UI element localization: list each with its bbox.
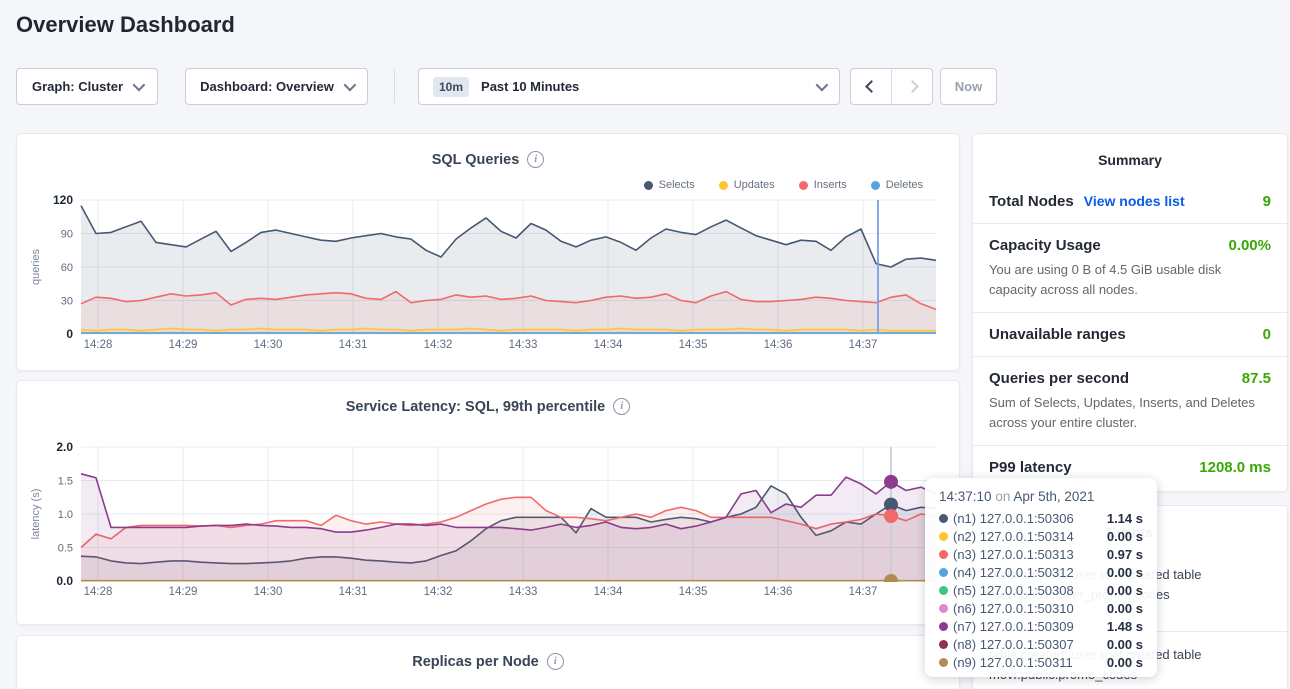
tooltip-row: (n8) 127.0.0.1:503070.00 s xyxy=(939,635,1143,653)
svg-text:14:28: 14:28 xyxy=(84,339,113,351)
summary-title: Summary xyxy=(973,134,1287,180)
node-color-dot-icon xyxy=(939,622,948,631)
replicas-per-node-title: Replicas per Node i xyxy=(17,636,959,670)
svg-text:14:30: 14:30 xyxy=(254,339,283,351)
svg-text:1.5: 1.5 xyxy=(58,476,73,488)
node-color-dot-icon xyxy=(939,532,948,541)
svg-text:14:33: 14:33 xyxy=(509,586,538,598)
summary-rows: Total Nodes View nodes list 9 Capacity Usag… xyxy=(973,180,1287,489)
summary-row-label: Capacity Usage xyxy=(989,237,1101,254)
svg-text:14:37: 14:37 xyxy=(849,586,878,598)
chevron-down-icon xyxy=(816,79,829,92)
summary-row-label: Total Nodes xyxy=(989,193,1074,210)
svg-text:14:34: 14:34 xyxy=(594,586,623,598)
svg-text:14:28: 14:28 xyxy=(84,586,113,598)
node-color-dot-icon xyxy=(939,514,948,523)
controls-divider xyxy=(394,70,395,103)
svg-text:14:37: 14:37 xyxy=(849,339,878,351)
svg-text:0.0: 0.0 xyxy=(56,574,73,588)
svg-text:14:31: 14:31 xyxy=(339,339,368,351)
summary-row-desc: You are using 0 B of 4.5 GiB usable disk… xyxy=(989,260,1271,299)
service-latency-card: Service Latency: SQL, 99th percentile i … xyxy=(16,380,960,625)
time-range-selector[interactable]: 10m Past 10 Minutes xyxy=(418,68,840,105)
svg-text:30: 30 xyxy=(61,296,73,308)
summary-row: Unavailable ranges 0 xyxy=(973,312,1287,356)
svg-text:1.0: 1.0 xyxy=(58,509,73,521)
node-color-dot-icon xyxy=(939,604,948,613)
node-color-dot-icon xyxy=(939,658,948,667)
summary-row-value: 9 xyxy=(1263,193,1271,210)
view-nodes-list-link[interactable]: View nodes list xyxy=(1084,193,1185,209)
dashboard-dropdown-label: Dashboard: Overview xyxy=(200,79,334,94)
time-next-button[interactable] xyxy=(891,69,932,104)
tooltip-row: (n3) 127.0.0.1:503130.97 s xyxy=(939,545,1143,563)
time-prev-button[interactable] xyxy=(851,69,891,104)
tooltip-row: (n5) 127.0.0.1:503080.00 s xyxy=(939,581,1143,599)
svg-text:120: 120 xyxy=(53,193,73,207)
tooltip-row: (n6) 127.0.0.1:503100.00 s xyxy=(939,599,1143,617)
time-range-label: Past 10 Minutes xyxy=(481,79,579,94)
replicas-per-node-card: Replicas per Node i xyxy=(16,635,960,689)
tooltip-timestamp: 14:37:10 on Apr 5th, 2021 xyxy=(939,489,1143,504)
summary-row-label: P99 latency xyxy=(989,459,1072,476)
sql-queries-card: SQL Queries i SelectsUpdatesInsertsDelet… xyxy=(16,133,960,371)
svg-text:14:33: 14:33 xyxy=(509,339,538,351)
svg-text:14:32: 14:32 xyxy=(424,586,453,598)
sql-queries-chart[interactable]: 0 30 60 90 120 14:28 14:29 14:30 14:31 14:32 14:33… xyxy=(17,134,961,359)
tooltip-row: (n2) 127.0.0.1:503140.00 s xyxy=(939,527,1143,545)
svg-text:14:29: 14:29 xyxy=(169,339,198,351)
graph-dropdown[interactable]: Graph: Cluster xyxy=(16,68,158,105)
svg-text:14:35: 14:35 xyxy=(679,339,708,351)
service-latency-chart[interactable]: 0.0 0.5 1.0 1.5 2.0 14:28 14:29 14:30 14:31 14:32… xyxy=(17,381,961,606)
summary-row-value: 87.5 xyxy=(1242,370,1271,387)
page-title: Overview Dashboard xyxy=(16,12,235,38)
svg-text:14:30: 14:30 xyxy=(254,586,283,598)
svg-text:60: 60 xyxy=(61,262,73,274)
svg-text:0: 0 xyxy=(66,327,73,341)
chevron-down-icon xyxy=(343,79,356,92)
node-color-dot-icon xyxy=(939,568,948,577)
summary-row: Total Nodes View nodes list 9 xyxy=(973,180,1287,223)
svg-text:14:34: 14:34 xyxy=(594,339,623,351)
chevron-left-icon xyxy=(865,80,878,93)
svg-text:14:35: 14:35 xyxy=(679,586,708,598)
svg-text:14:32: 14:32 xyxy=(424,339,453,351)
overview-dashboard-page: Overview Dashboard Graph: Cluster Dashbo… xyxy=(0,0,1290,689)
svg-text:14:36: 14:36 xyxy=(764,586,793,598)
now-button[interactable]: Now xyxy=(940,68,997,105)
tooltip-row: (n7) 127.0.0.1:503091.48 s xyxy=(939,617,1143,635)
tooltip-row: (n9) 127.0.0.1:503110.00 s xyxy=(939,653,1143,671)
svg-text:queries: queries xyxy=(30,248,42,285)
summary-row-desc: Sum of Selects, Updates, Inserts, and De… xyxy=(989,393,1271,432)
summary-row-label: Unavailable ranges xyxy=(989,326,1126,343)
node-color-dot-icon xyxy=(939,640,948,649)
chevron-down-icon xyxy=(133,79,146,92)
summary-row-value: 0 xyxy=(1263,326,1271,343)
dashboard-dropdown[interactable]: Dashboard: Overview xyxy=(185,68,368,105)
svg-text:90: 90 xyxy=(61,229,73,241)
tooltip-rows: (n1) 127.0.0.1:503061.14 s(n2) 127.0.0.1… xyxy=(939,509,1143,671)
summary-panel: Summary Total Nodes View nodes list 9 Capac… xyxy=(972,133,1288,492)
summary-row-label: Queries per second xyxy=(989,370,1129,387)
svg-text:14:31: 14:31 xyxy=(339,586,368,598)
tooltip-row: (n4) 127.0.0.1:503120.00 s xyxy=(939,563,1143,581)
summary-row-value: 1208.0 ms xyxy=(1199,459,1271,476)
summary-row-value: 0.00% xyxy=(1228,237,1271,254)
summary-row: Capacity Usage 0.00% You are using 0 B of … xyxy=(973,223,1287,312)
svg-text:latency (s): latency (s) xyxy=(30,489,42,540)
svg-text:14:36: 14:36 xyxy=(764,339,793,351)
chart-hover-tooltip: 14:37:10 on Apr 5th, 2021 (n1) 127.0.0.1… xyxy=(925,478,1157,677)
graph-dropdown-label: Graph: Cluster xyxy=(32,79,123,94)
node-color-dot-icon xyxy=(939,550,948,559)
svg-text:0.5: 0.5 xyxy=(58,543,73,555)
summary-row: Queries per second 87.5 Sum of Selects, Up… xyxy=(973,356,1287,445)
time-range-badge: 10m xyxy=(433,77,469,97)
tooltip-row: (n1) 127.0.0.1:503061.14 s xyxy=(939,509,1143,527)
chevron-right-icon xyxy=(906,80,919,93)
svg-text:2.0: 2.0 xyxy=(56,440,73,454)
info-icon[interactable]: i xyxy=(547,653,564,670)
svg-text:14:29: 14:29 xyxy=(169,586,198,598)
node-color-dot-icon xyxy=(939,586,948,595)
time-nav-group xyxy=(850,68,933,105)
